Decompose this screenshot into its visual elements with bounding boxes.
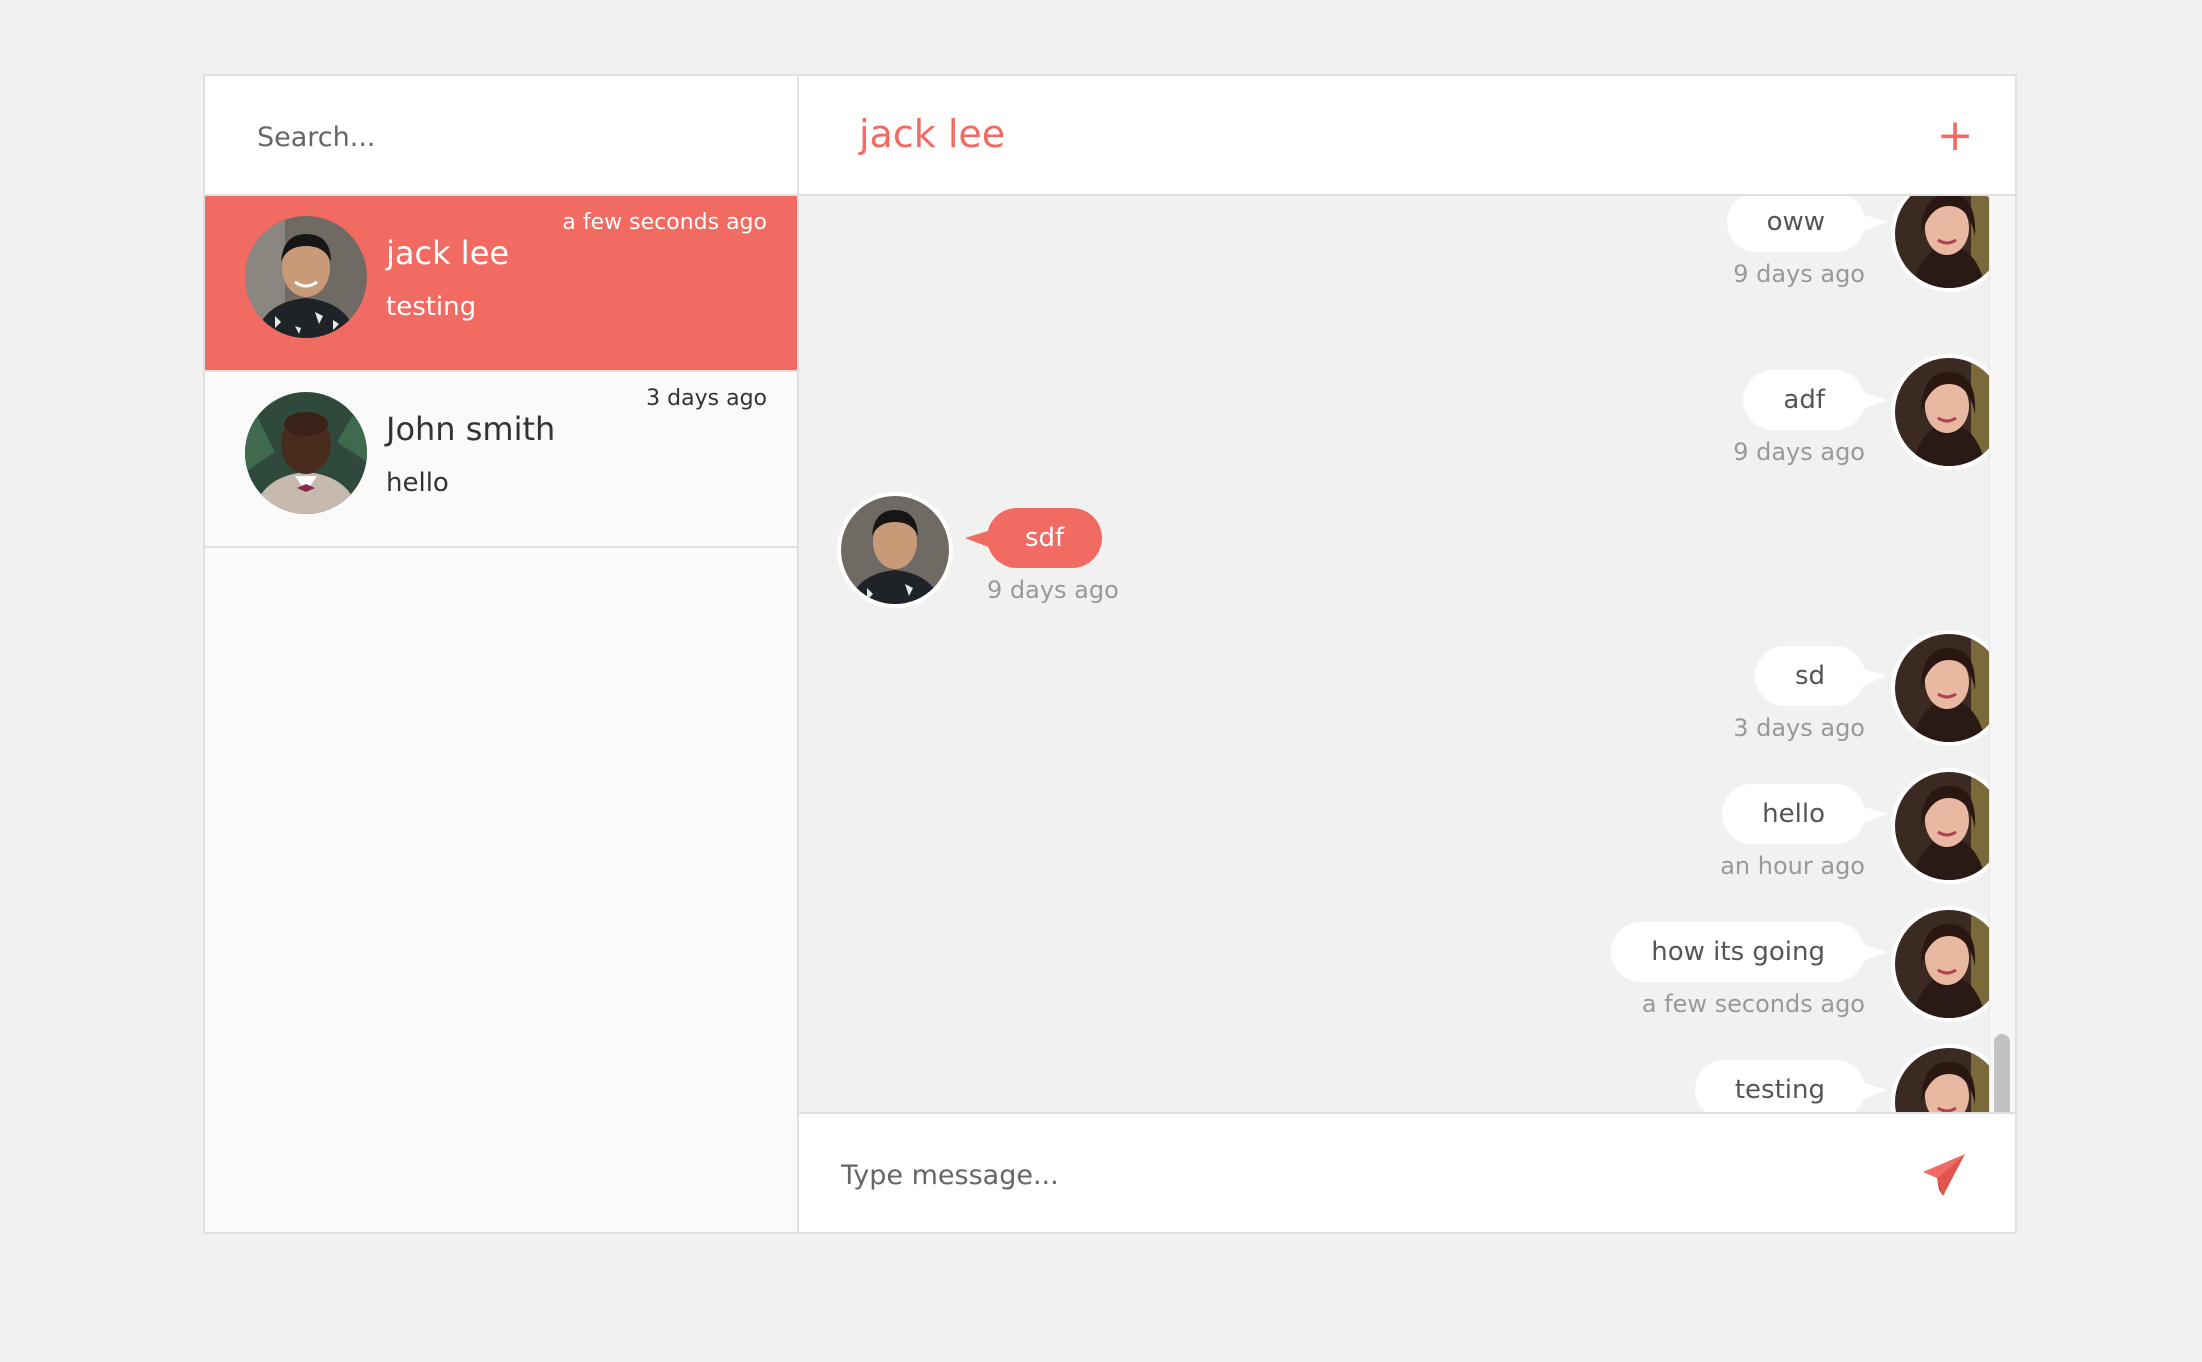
search-bar [205, 76, 797, 196]
message-bubble: adf [1743, 370, 1887, 430]
message-timestamp: an hour ago [1720, 852, 1865, 880]
message-row: sdf 9 days ago [837, 492, 2007, 612]
contact-name: John smith [386, 410, 556, 448]
contact-timestamp: 3 days ago [646, 386, 767, 411]
contact-item-jack-lee[interactable]: jack lee testing a few seconds ago [205, 196, 797, 372]
message-row: testinga few seconds ago [837, 1044, 2007, 1114]
add-button[interactable]: + [1925, 106, 1985, 166]
chat-title: jack lee [859, 112, 1006, 156]
message-bubble: sdf [964, 508, 1103, 568]
message-row: how its going a few seconds ago [837, 906, 2007, 1026]
contact-timestamp: a few seconds ago [562, 210, 767, 235]
contact-name: jack lee [386, 234, 510, 272]
contact-last-message: hello [386, 468, 449, 498]
message-bubble: testing [1694, 1060, 1888, 1114]
message-timestamp: 9 days ago [1733, 438, 1865, 466]
contact-last-message: testing [386, 292, 477, 322]
message-list[interactable]: oww 9 days ago adf 9 days ago sdf 9 days ag… [799, 196, 2015, 1114]
avatar [837, 492, 953, 608]
message-row: sd 3 days ago [837, 630, 2007, 750]
message-row: adf 9 days ago [837, 354, 2007, 474]
message-timestamp: 3 days ago [1733, 714, 1865, 742]
message-row: oww 9 days ago [837, 196, 2007, 296]
message-timestamp: 9 days ago [1733, 260, 1865, 288]
message-input[interactable] [839, 1152, 1843, 1198]
avatar [245, 216, 367, 338]
contact-item-john-smith[interactable]: John smith hello 3 days ago [205, 372, 797, 548]
avatar [245, 392, 367, 514]
message-bubble: oww [1726, 196, 1888, 252]
sidebar: jack lee testing a few seconds ago John … [205, 76, 799, 1232]
chat-panel: jack lee + oww 9 days ago adf 9 days ago… [799, 76, 2015, 1232]
message-timestamp: 9 days ago [987, 576, 1119, 604]
message-bubble: sd [1754, 646, 1888, 706]
chat-header: jack lee + [799, 76, 2015, 196]
message-timestamp: a few seconds ago [1641, 990, 1865, 1018]
message-bubble: hello [1722, 784, 1887, 844]
message-bubble: how its going [1611, 922, 1887, 982]
message-composer [799, 1112, 2015, 1232]
plus-icon: + [1936, 110, 1974, 161]
chat-app: jack lee testing a few seconds ago John … [203, 74, 2017, 1234]
message-row: hello an hour ago [837, 768, 2007, 888]
search-input[interactable] [255, 114, 739, 160]
send-icon[interactable] [1921, 1152, 1967, 1198]
scrollbar-track[interactable] [1989, 196, 2015, 1184]
